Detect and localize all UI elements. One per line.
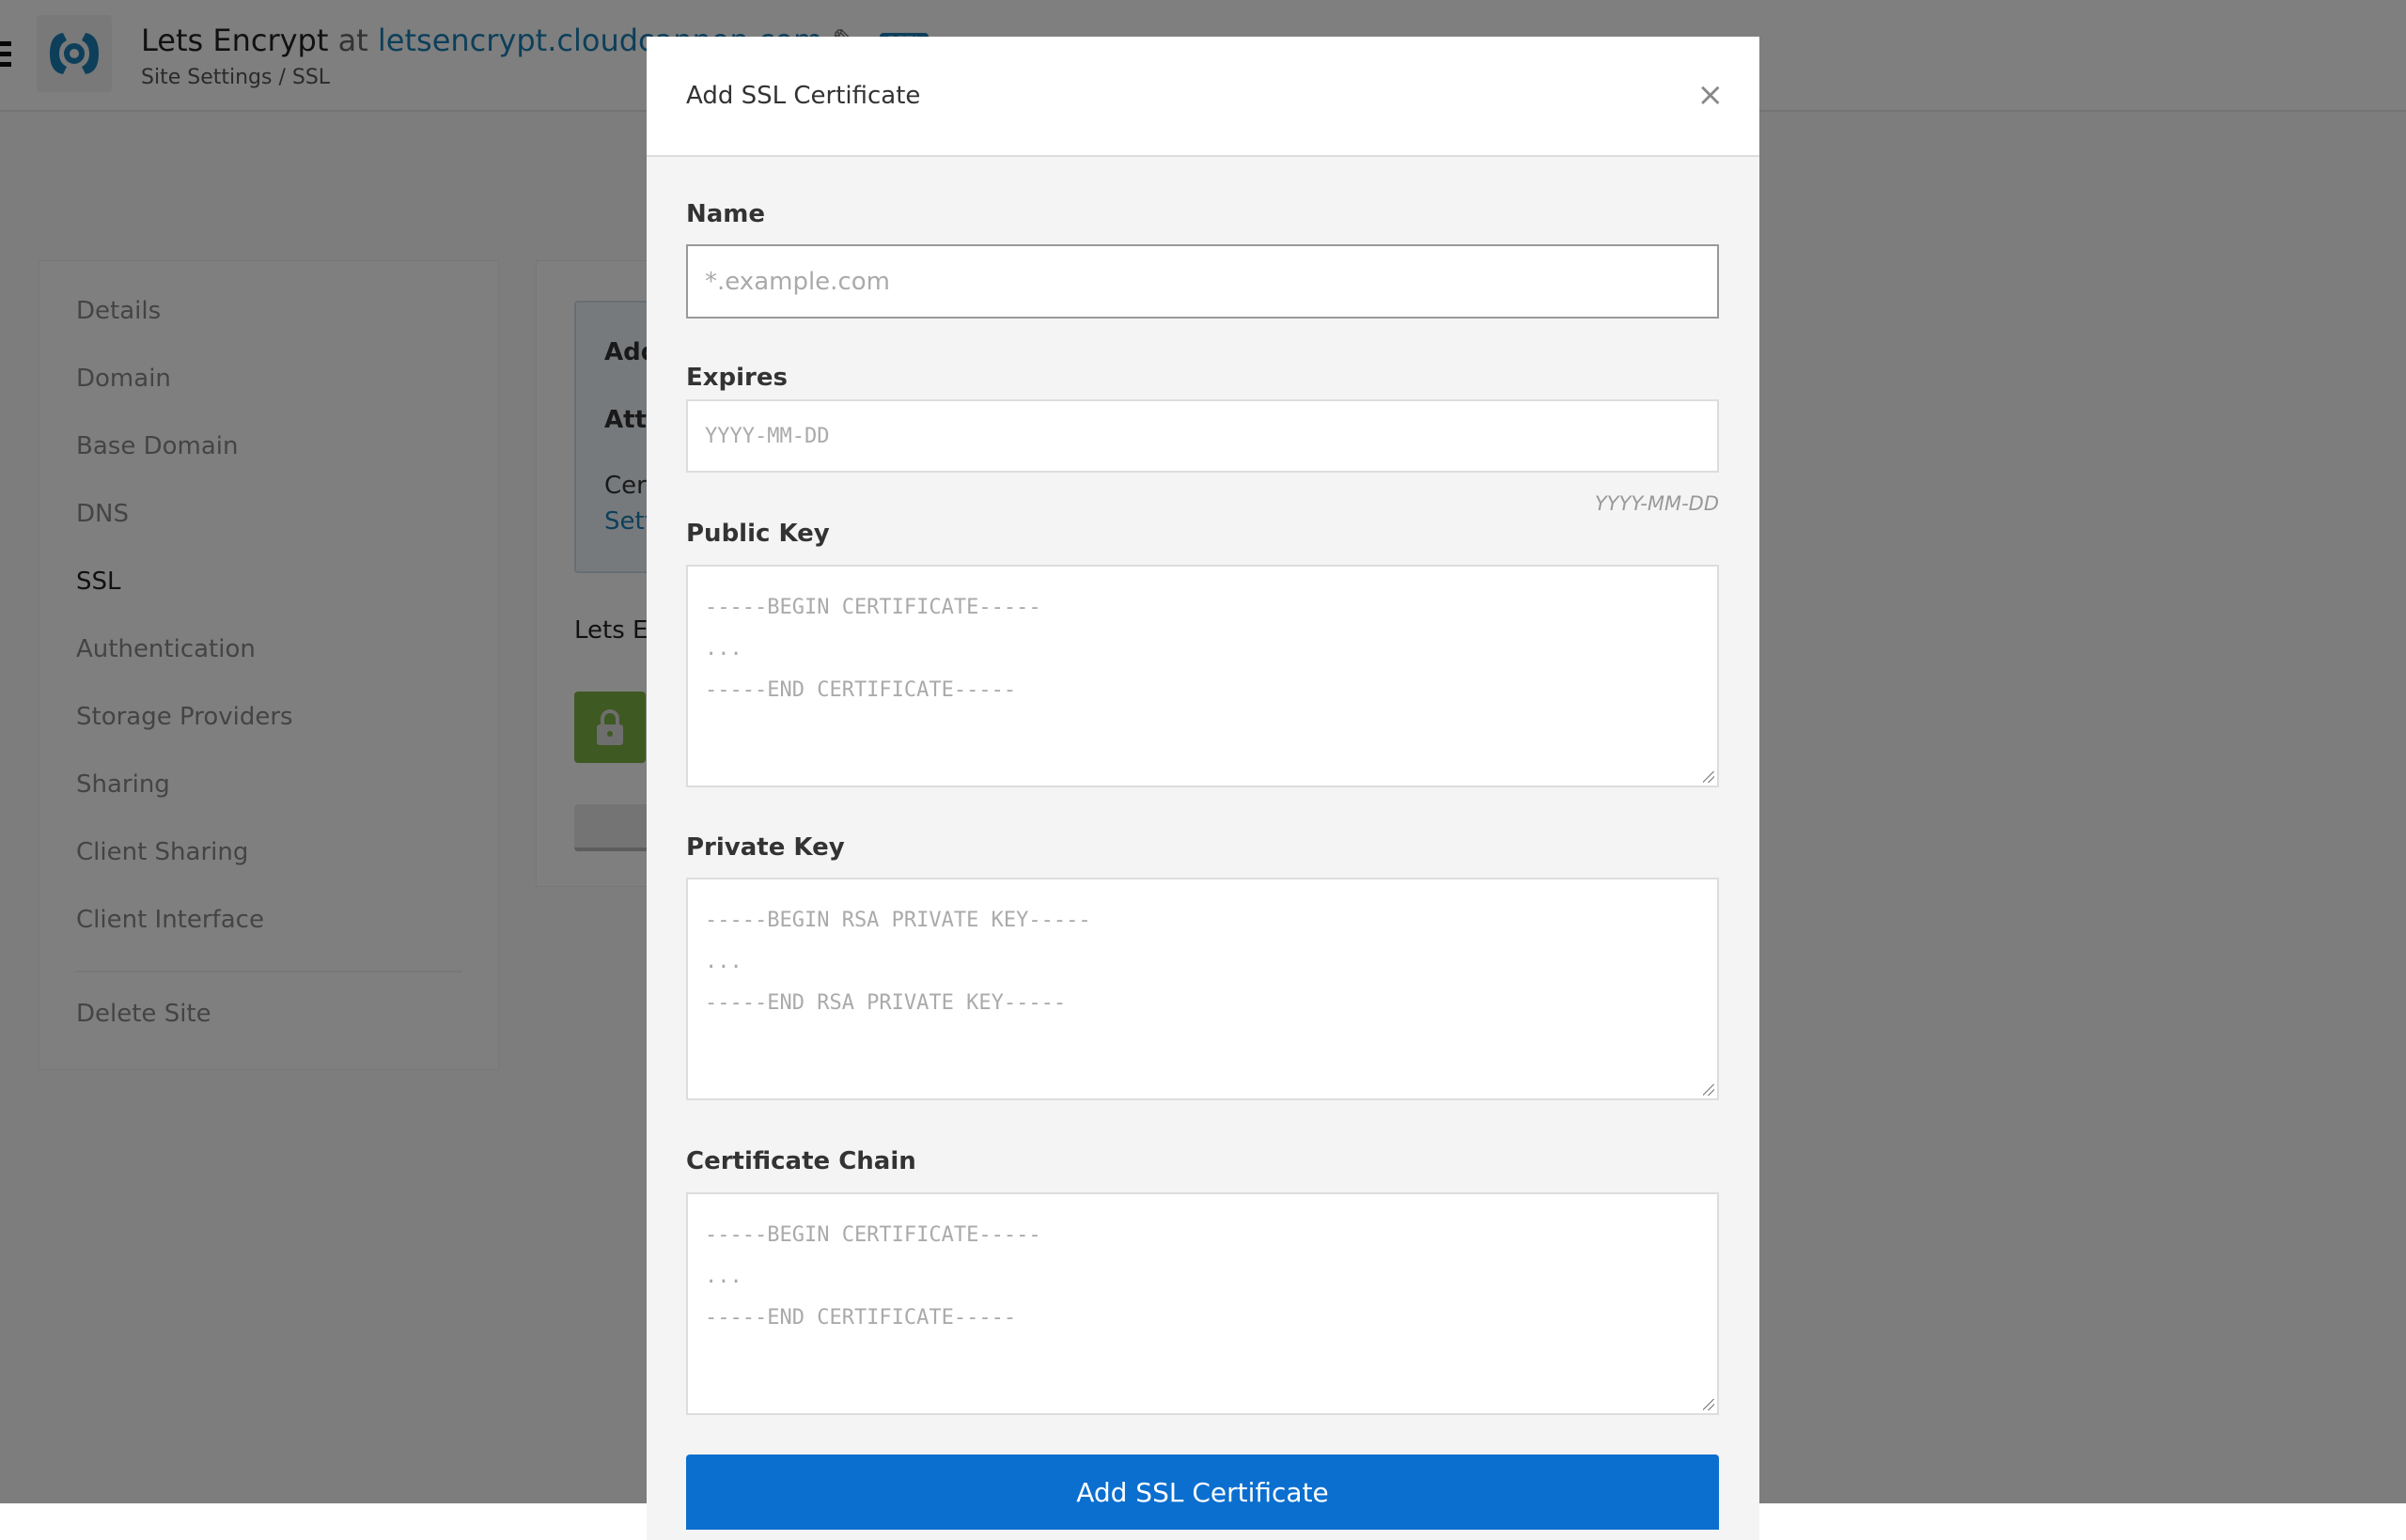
public-key-textarea[interactable]: -----BEGIN CERTIFICATE----- ... -----END… (686, 565, 1719, 787)
expires-placeholder: YYYY-MM-DD (705, 424, 830, 448)
public-key-label: Public Key (686, 520, 830, 548)
expires-label: Expires (686, 364, 788, 392)
placeholder-line: -----BEGIN CERTIFICATE----- (705, 1223, 1041, 1247)
placeholder-line: -----END RSA PRIVATE KEY----- (705, 991, 1067, 1015)
add-ssl-certificate-button[interactable]: Add SSL Certificate (686, 1454, 1719, 1530)
certificate-chain-textarea[interactable]: -----BEGIN CERTIFICATE----- ... -----END… (686, 1192, 1719, 1415)
placeholder-line: ... (705, 637, 742, 661)
modal-title: Add SSL Certificate (686, 82, 921, 110)
name-label: Name (686, 200, 766, 228)
private-key-textarea[interactable]: -----BEGIN RSA PRIVATE KEY----- ... ----… (686, 878, 1719, 1100)
name-placeholder: *.example.com (705, 267, 890, 296)
certificate-chain-label: Certificate Chain (686, 1147, 916, 1175)
name-input[interactable]: *.example.com (686, 244, 1719, 319)
placeholder-line: ... (705, 950, 742, 973)
close-icon[interactable]: × (1697, 76, 1725, 114)
expires-hint: YYYY-MM-DD (1594, 492, 1719, 515)
add-ssl-certificate-modal: Add SSL Certificate × Name *.example.com… (647, 37, 1759, 1540)
expires-input[interactable]: YYYY-MM-DD (686, 399, 1719, 473)
placeholder-line: -----END CERTIFICATE----- (705, 678, 1017, 702)
placeholder-line: ... (705, 1265, 742, 1288)
placeholder-line: -----BEGIN CERTIFICATE----- (705, 596, 1041, 619)
modal-header: Add SSL Certificate × (647, 37, 1759, 157)
placeholder-line: -----BEGIN RSA PRIVATE KEY----- (705, 909, 1091, 932)
placeholder-line: -----END CERTIFICATE----- (705, 1306, 1017, 1330)
private-key-label: Private Key (686, 833, 845, 862)
